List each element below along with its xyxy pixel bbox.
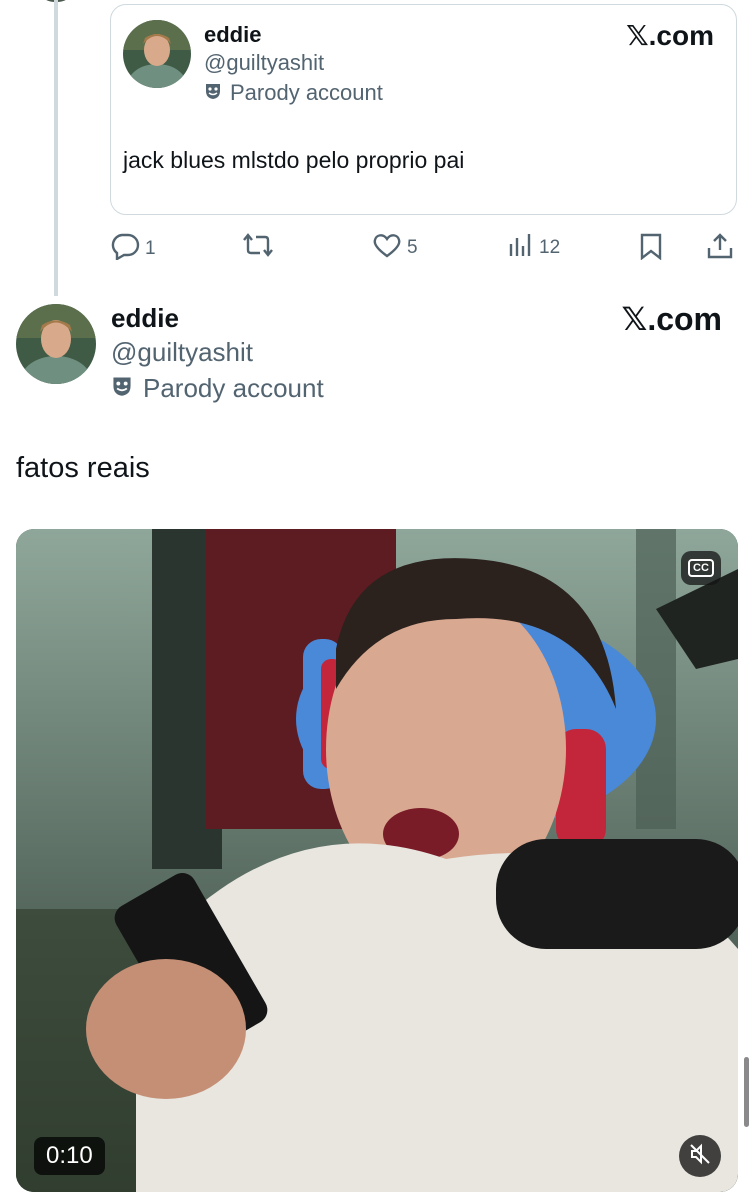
parody-label-text: Parody account bbox=[230, 80, 383, 105]
closed-captions-button[interactable]: CC bbox=[681, 551, 721, 585]
reply-button[interactable]: 1 bbox=[110, 232, 156, 266]
closed-captions-icon: CC bbox=[688, 559, 714, 577]
parody-mask-icon bbox=[111, 373, 133, 404]
parody-label: Parody account bbox=[204, 80, 383, 106]
reply-icon bbox=[110, 232, 140, 266]
repost-button[interactable] bbox=[242, 232, 274, 264]
page-scrollbar[interactable] bbox=[744, 1057, 749, 1127]
like-button[interactable]: 5 bbox=[372, 232, 418, 264]
display-name[interactable]: eddie bbox=[111, 303, 179, 334]
post-action-bar: 1 5 12 bbox=[110, 232, 740, 262]
x-brand-logo: 𝕏.com bbox=[626, 20, 714, 51]
share-icon bbox=[706, 232, 734, 266]
views-button[interactable]: 12 bbox=[508, 232, 560, 264]
video-timestamp: 0:10 bbox=[34, 1137, 105, 1175]
post-text: jack blues mlstdo pelo proprio pai bbox=[123, 147, 465, 173]
x-brand-logo: 𝕏.com bbox=[621, 301, 722, 337]
mute-toggle-button[interactable] bbox=[679, 1135, 721, 1177]
bookmark-icon bbox=[638, 232, 664, 266]
video-player[interactable]: CC 0:10 bbox=[16, 529, 738, 1192]
views-count: 12 bbox=[539, 237, 561, 258]
display-name[interactable]: eddie bbox=[204, 22, 261, 48]
repost-icon bbox=[242, 232, 274, 264]
like-icon bbox=[372, 232, 402, 264]
post-text: fatos reais bbox=[16, 452, 150, 484]
user-handle[interactable]: @guiltyashit bbox=[204, 50, 324, 76]
like-count: 5 bbox=[407, 237, 418, 258]
user-handle[interactable]: @guiltyashit bbox=[111, 337, 253, 368]
views-icon bbox=[508, 232, 534, 264]
parody-mask-icon bbox=[204, 80, 222, 106]
avatar[interactable] bbox=[16, 304, 96, 384]
parody-label: Parody account bbox=[111, 373, 324, 404]
bookmark-button[interactable] bbox=[638, 232, 664, 266]
quoted-post-card[interactable]: eddie @guiltyashit Parody account 𝕏.com … bbox=[110, 4, 737, 215]
avatar[interactable] bbox=[123, 20, 191, 88]
thread-connector-line bbox=[54, 0, 58, 296]
parody-label-text: Parody account bbox=[143, 373, 324, 403]
share-button[interactable] bbox=[706, 232, 734, 266]
reply-count: 1 bbox=[145, 238, 156, 259]
video-frame bbox=[16, 529, 738, 1192]
muted-speaker-icon bbox=[689, 1143, 711, 1170]
